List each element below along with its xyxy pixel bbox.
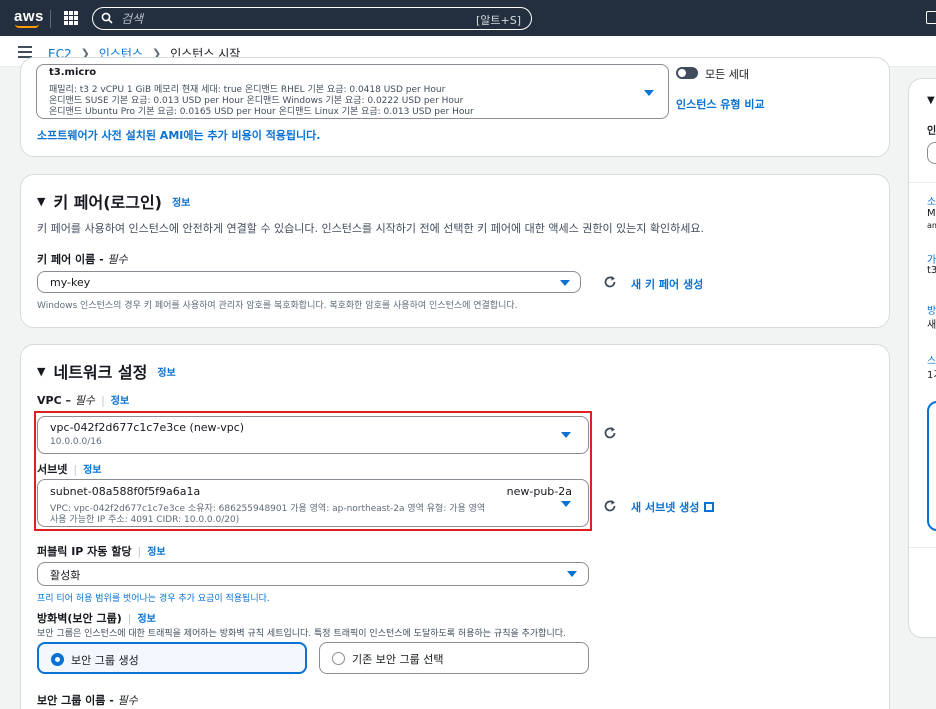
- public-ip-info-link[interactable]: 정보: [147, 547, 165, 558]
- ami-cost-note: 소프트웨어가 사전 설치된 AMI에는 추가 비용이 적용됩니다.: [37, 129, 321, 142]
- keypair-description: 키 페어를 사용하여 인스턴스에 안전하게 연결할 수 있습니다. 인스턴스를 …: [37, 222, 705, 235]
- summary-toggle-icon[interactable]: ▼: [927, 95, 935, 106]
- caret-down-icon: ▼: [37, 364, 46, 378]
- keypair-select[interactable]: my-key: [37, 271, 581, 293]
- summary-text[interactable]: 방: [927, 302, 936, 317]
- create-security-group-option[interactable]: 보안 그룹 생성: [37, 642, 307, 674]
- radio-unselected-icon[interactable]: [332, 652, 345, 665]
- caret-down-icon: [561, 432, 571, 438]
- refresh-icon[interactable]: [603, 275, 617, 289]
- summary-text: M: [927, 208, 936, 219]
- search-box[interactable]: [알트+S]: [92, 7, 532, 30]
- search-shortcut-hint: [알트+S]: [475, 14, 521, 27]
- summary-text[interactable]: 스: [927, 352, 936, 367]
- network-settings-panel: ▼ 네트워크 설정 정보 VPC – 필수 | 정보 vpc-042f2d677c1…: [20, 344, 890, 709]
- firewall-label: 방화벽(보안 그룹) | 정보: [37, 612, 156, 625]
- external-link-icon: [704, 502, 715, 512]
- keypair-title-text: 키 페어(로그인): [53, 193, 162, 212]
- instance-type-name: t3.micro: [49, 67, 97, 78]
- divider: [909, 547, 936, 548]
- caret-down-icon: [567, 571, 577, 577]
- keypair-name-label: 키 페어 이름 - 필수: [37, 253, 128, 266]
- summary-text: 새: [927, 320, 936, 331]
- network-title-text: 네트워크 설정: [53, 363, 148, 382]
- compare-instance-types-link[interactable]: 인스턴스 유형 비교: [676, 96, 765, 112]
- network-title[interactable]: ▼ 네트워크 설정 정보: [37, 359, 176, 383]
- topbar-divider: [50, 10, 51, 28]
- caret-down-icon: [561, 501, 571, 507]
- public-ip-label: 퍼블릭 IP 자동 할당 | 정보: [37, 545, 166, 558]
- keypair-info-link[interactable]: 정보: [172, 194, 190, 209]
- instance-type-panel: t3.micro 패밀리: t3 2 vCPU 1 GiB 메모리 현재 세대:…: [20, 57, 890, 157]
- refresh-icon[interactable]: [603, 499, 617, 513]
- summary-text[interactable]: 가: [927, 251, 936, 266]
- search-icon: [101, 12, 113, 24]
- vpc-label: VPC – 필수 | 정보: [37, 394, 130, 407]
- radio-selected-icon[interactable]: [51, 653, 64, 666]
- summary-count-input[interactable]: [927, 142, 936, 164]
- refresh-icon[interactable]: [603, 426, 617, 440]
- instance-type-select[interactable]: t3.micro 패밀리: t3 2 vCPU 1 GiB 메모리 현재 세대:…: [36, 64, 669, 119]
- summary-text: 인: [927, 126, 936, 137]
- subnet-info-link[interactable]: 정보: [83, 465, 101, 476]
- caret-down-icon: ▼: [37, 194, 46, 208]
- create-keypair-link[interactable]: 새 키 페어 생성: [631, 276, 703, 292]
- vpc-select[interactable]: vpc-042f2d677c1c7e3ce (new-vpc) 10.0.0.0…: [37, 416, 589, 454]
- instance-type-detail: 온디맨드 Ubuntu Pro 기본 요금: 0.0165 USD per Ho…: [49, 107, 474, 117]
- existing-security-group-option[interactable]: 기존 보안 그룹 선택: [319, 642, 589, 674]
- free-tier-note: 프리 티어 허용 범위를 벗어나는 경우 추가 요금이 적용됩니다.: [37, 594, 270, 604]
- services-grid-icon[interactable]: [64, 11, 78, 25]
- public-ip-value: 활성화: [50, 569, 81, 582]
- keypair-hint: Windows 인스턴스의 경우 키 페어를 사용하여 관리자 암호를 복호화합…: [37, 301, 518, 311]
- firewall-info-link[interactable]: 정보: [137, 614, 155, 625]
- create-subnet-link[interactable]: 새 서브넷 생성: [631, 499, 715, 515]
- caret-down-icon: [644, 90, 654, 96]
- network-info-link[interactable]: 정보: [157, 364, 175, 379]
- caret-down-icon: [560, 280, 570, 286]
- aws-logo-smile: [15, 24, 39, 28]
- summary-text[interactable]: 소: [927, 193, 936, 208]
- subnet-id: subnet-08a588f0f5f9a6a1a: [50, 485, 201, 498]
- firewall-description: 보안 그룹은 인스턴스에 대한 트래픽을 제어하는 방화벽 규칙 세트입니다. …: [37, 629, 566, 639]
- existing-security-group-label: 기존 보안 그룹 선택: [352, 653, 444, 666]
- top-navigation-bar: aws [알트+S]: [0, 0, 936, 36]
- public-ip-select[interactable]: 활성화: [37, 562, 589, 586]
- free-tier-info-box: [927, 401, 936, 531]
- subnet-name: new-pub-2a: [506, 485, 572, 498]
- vpc-info-link[interactable]: 정보: [111, 396, 129, 407]
- subnet-select[interactable]: subnet-08a588f0f5f9a6a1a new-pub-2a VPC:…: [37, 479, 589, 527]
- subnet-detail: 사용 가능한 IP 주소: 4091 CIDR: 10.0.0.0/20): [50, 515, 240, 525]
- all-generations-toggle[interactable]: [676, 67, 698, 79]
- search-input[interactable]: [121, 10, 461, 27]
- security-group-name-label: 보안 그룹 이름 - 필수: [37, 694, 138, 707]
- create-security-group-label: 보안 그룹 생성: [71, 654, 139, 667]
- subnet-label: 서브넷 | 정보: [37, 463, 102, 476]
- vpc-cidr: 10.0.0.0/16: [50, 437, 102, 447]
- summary-text: am: [927, 221, 936, 230]
- summary-text: 1가: [927, 370, 936, 381]
- all-generations-label: 모든 세대: [705, 68, 749, 81]
- cloudshell-icon[interactable]: [926, 11, 936, 24]
- summary-panel: ▼ 인 소 M am 가 t3 방 새 스 1가: [908, 78, 936, 638]
- summary-text: t3: [927, 265, 936, 276]
- keypair-title[interactable]: ▼ 키 페어(로그인) 정보: [37, 189, 190, 213]
- divider: [909, 182, 936, 183]
- menu-icon[interactable]: [18, 46, 32, 58]
- vpc-value: vpc-042f2d677c1c7e3ce (new-vpc): [50, 421, 245, 434]
- aws-logo[interactable]: aws: [14, 8, 44, 25]
- keypair-panel: ▼ 키 페어(로그인) 정보 키 페어를 사용하여 인스턴스에 안전하게 연결할…: [20, 174, 890, 328]
- keypair-value: my-key: [50, 276, 91, 289]
